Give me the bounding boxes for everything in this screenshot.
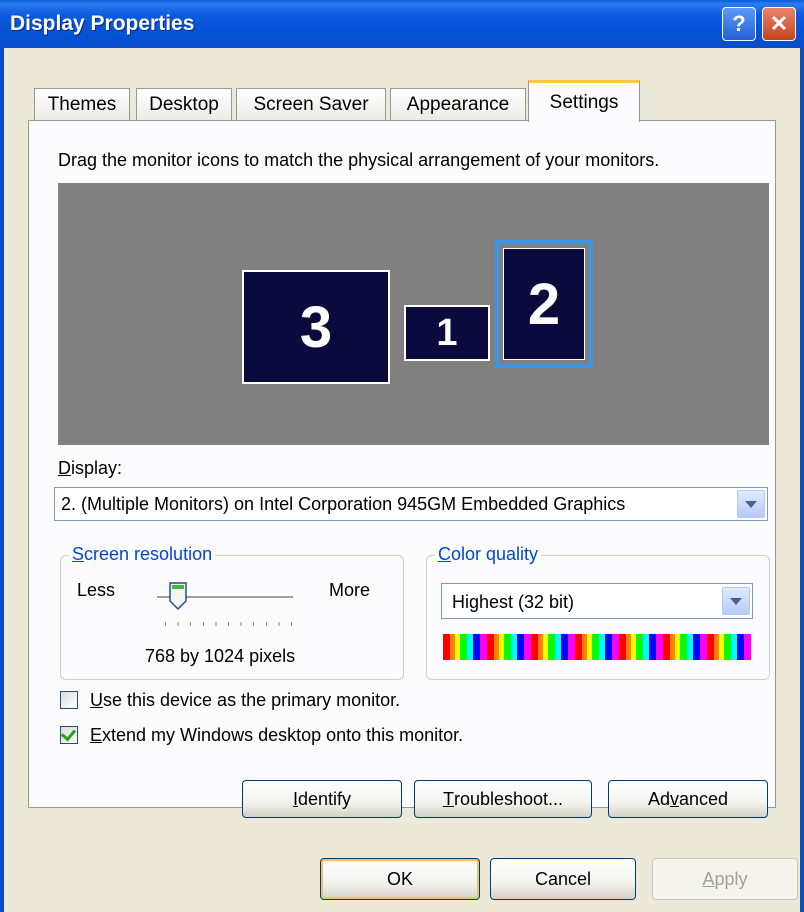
identify-button[interactable]: Identify — [242, 780, 402, 818]
monitor-3-number: 3 — [299, 294, 333, 360]
tab-appearance[interactable]: Appearance — [390, 88, 526, 120]
resolution-more-label: More — [329, 580, 371, 600]
tab-settings-label: Settings — [549, 91, 619, 113]
identify-label: dentify — [297, 788, 352, 809]
tab-settings[interactable]: Settings — [528, 80, 640, 122]
close-icon: ✕ — [769, 11, 789, 36]
screen-resolution-legend: Screen resolution — [69, 544, 216, 565]
cancel-label: Cancel — [534, 868, 592, 889]
primary-monitor-text: se this device as the primary monitor. — [103, 690, 401, 710]
extend-desktop-label[interactable]: Extend my Windows desktop onto this moni… — [90, 725, 463, 746]
troubleshoot-mnemonic: T — [442, 788, 454, 809]
apply-label: pply — [714, 868, 748, 889]
apply-mnemonic: A — [702, 868, 715, 889]
question-icon: ? — [732, 11, 746, 36]
display-label-text: isplay: — [71, 458, 123, 478]
advanced-label-end: anced — [678, 788, 729, 809]
display-label: Display: — [58, 458, 122, 479]
window-title: Display Properties — [10, 12, 195, 35]
chevron-down-icon — [730, 597, 742, 605]
help-button[interactable]: ? — [722, 7, 756, 41]
window-frame-left — [0, 48, 4, 912]
advanced-button[interactable]: Ad v anced — [608, 780, 768, 818]
tab-screen-saver-label: Screen Saver — [253, 93, 369, 115]
primary-monitor-mnemonic: U — [90, 690, 103, 710]
title-bar[interactable]: Display Properties ? ✕ — [0, 0, 804, 48]
checkmark-icon — [60, 725, 77, 742]
close-button[interactable]: ✕ — [762, 7, 796, 41]
color-sample-bar — [443, 634, 751, 660]
monitor-3-icon[interactable]: 3 — [242, 270, 390, 384]
chevron-down-icon — [745, 500, 757, 508]
apply-button[interactable]: Apply — [652, 858, 798, 900]
troubleshoot-button[interactable]: Troubleshoot... — [414, 780, 592, 818]
screen-resolution-group: Screen resolution Less More 768 by 1024 … — [60, 544, 404, 680]
color-quality-group: Color quality Highest (32 bit) — [426, 544, 770, 680]
display-dropdown[interactable]: 2. (Multiple Monitors) on Intel Corporat… — [54, 487, 768, 521]
tab-appearance-label: Appearance — [406, 93, 510, 115]
monitor-1-number: 1 — [436, 311, 458, 354]
screen-resolution-title: creen resolution — [84, 544, 213, 564]
monitor-arrangement-area[interactable]: 3 1 2 — [58, 183, 769, 445]
screen-resolution-mnemonic: S — [72, 544, 85, 564]
display-dropdown-value: 2. (Multiple Monitors) on Intel Corporat… — [61, 494, 626, 514]
extend-desktop-checkbox[interactable] — [60, 725, 78, 744]
extend-desktop-mnemonic: E — [90, 725, 103, 745]
tab-themes-label: Themes — [47, 93, 117, 115]
instruction-text: Drag the monitor icons to match the phys… — [58, 150, 660, 170]
color-quality-mnemonic: C — [438, 544, 451, 564]
tab-desktop[interactable]: Desktop — [136, 88, 232, 120]
ok-label: OK — [386, 868, 413, 889]
tab-desktop-label: Desktop — [149, 93, 219, 115]
color-quality-legend: Color quality — [435, 544, 542, 565]
advanced-mnemonic: v — [669, 788, 679, 809]
primary-monitor-label[interactable]: Use this device as the primary monitor. — [90, 690, 400, 711]
resolution-value-text: 768 by 1024 pixels — [145, 646, 296, 666]
monitor-1-icon[interactable]: 1 — [404, 305, 490, 361]
resolution-less-label: Less — [77, 580, 116, 600]
extend-desktop-text: xtend my Windows desktop onto this monit… — [102, 725, 464, 745]
troubleshoot-label: roubleshoot... — [453, 788, 564, 809]
display-label-mnemonic: D — [58, 458, 71, 478]
window-frame-right — [800, 48, 804, 912]
cancel-button[interactable]: Cancel — [490, 858, 636, 900]
resolution-slider-thumb[interactable] — [168, 581, 188, 611]
color-quality-dropdown-button[interactable] — [722, 587, 750, 615]
color-quality-dropdown[interactable]: Highest (32 bit) — [441, 583, 753, 619]
tab-screen-saver[interactable]: Screen Saver — [236, 88, 386, 120]
primary-monitor-checkbox[interactable] — [60, 691, 78, 709]
monitor-2-number: 2 — [527, 271, 561, 337]
color-quality-value: Highest (32 bit) — [452, 592, 575, 612]
monitor-2-icon[interactable]: 2 — [503, 248, 585, 360]
tab-themes[interactable]: Themes — [34, 88, 130, 120]
resolution-slider-ticks — [165, 622, 293, 626]
ok-button[interactable]: OK — [320, 858, 480, 900]
advanced-label-start: Ad — [647, 788, 670, 809]
color-quality-title: olor quality — [451, 544, 539, 564]
display-dropdown-button[interactable] — [737, 490, 765, 518]
